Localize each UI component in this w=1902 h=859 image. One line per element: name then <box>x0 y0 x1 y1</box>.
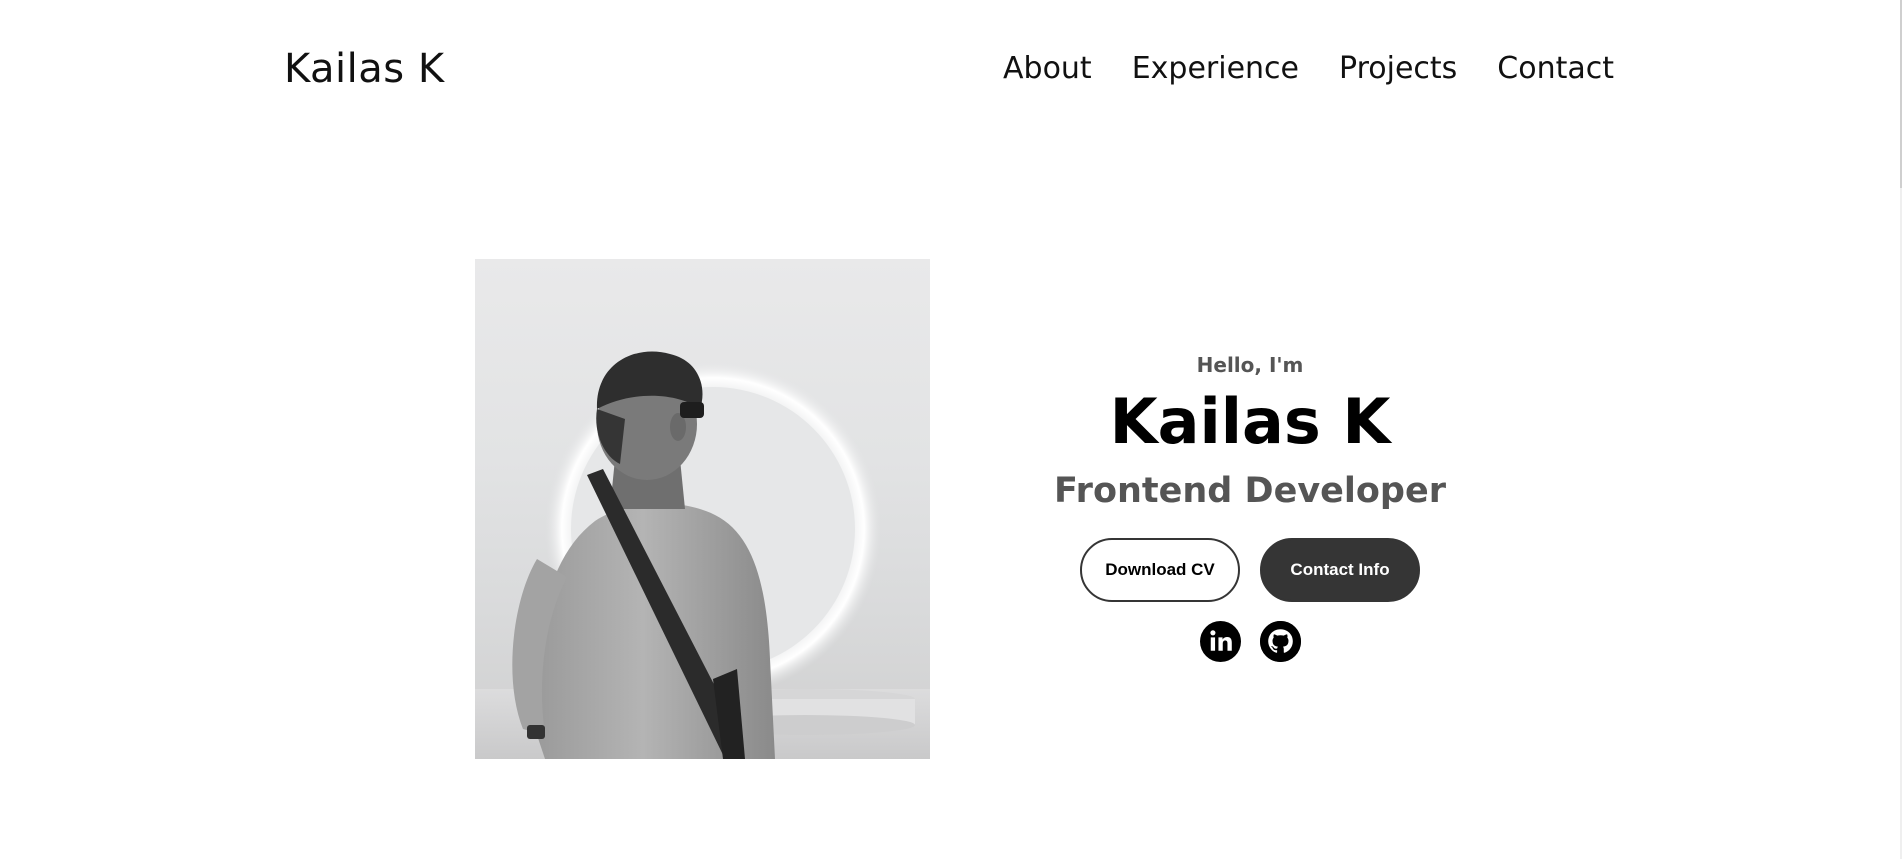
navbar: Kailas K About Experience Projects Conta… <box>0 0 1900 140</box>
linkedin-icon[interactable] <box>1199 621 1241 662</box>
social-links <box>1030 621 1470 662</box>
contact-info-button[interactable]: Contact Info <box>1260 538 1420 602</box>
github-icon[interactable] <box>1259 621 1301 662</box>
download-cv-button[interactable]: Download CV <box>1080 538 1240 602</box>
profile-photo <box>475 259 930 759</box>
nav-link-about[interactable]: About <box>1003 51 1092 86</box>
hero-section: Hello, I'm Kailas K Frontend Developer D… <box>1030 350 1470 662</box>
hero-name: Kailas K <box>1109 385 1391 458</box>
hero-buttons: Download CV Contact Info <box>1030 538 1470 602</box>
nav-link-projects[interactable]: Projects <box>1339 51 1457 86</box>
nav-link-experience[interactable]: Experience <box>1132 51 1299 86</box>
greeting-text: Hello, I'm <box>1196 353 1304 377</box>
page: Kailas K About Experience Projects Conta… <box>0 0 1902 859</box>
site-logo[interactable]: Kailas K <box>284 46 445 92</box>
nav-links: About Experience Projects Contact <box>1003 51 1614 86</box>
hero-role: Frontend Developer <box>1054 471 1446 511</box>
nav-link-contact[interactable]: Contact <box>1497 51 1614 86</box>
